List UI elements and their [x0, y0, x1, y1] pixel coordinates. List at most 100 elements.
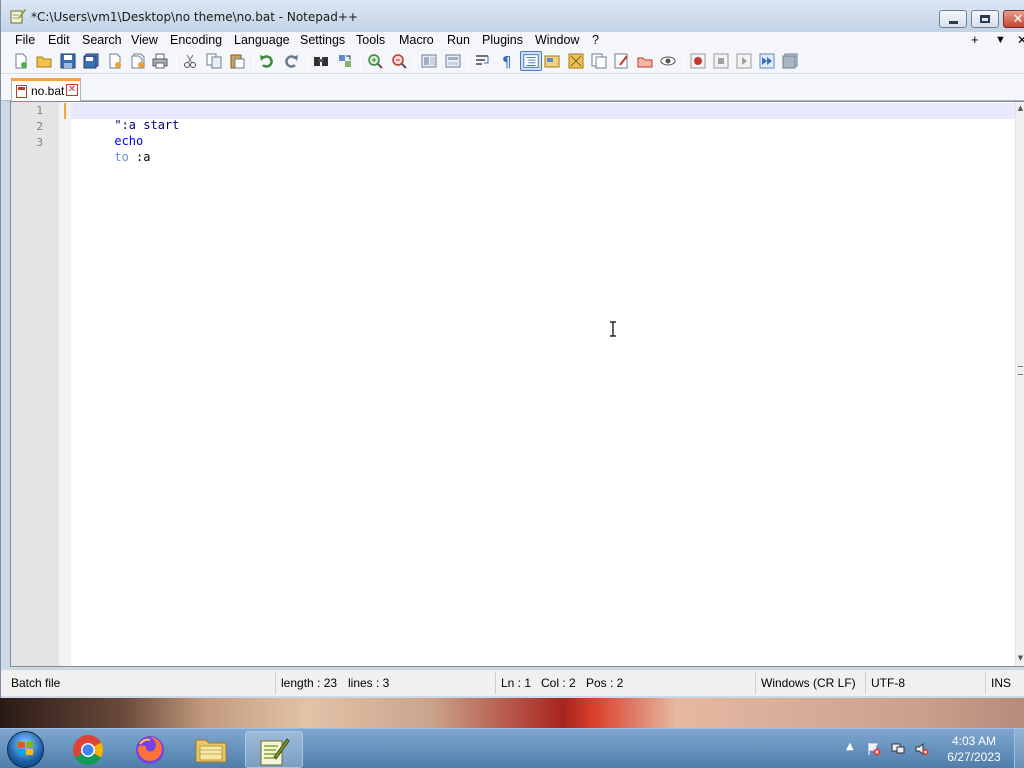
- scroll-grip-icon[interactable]: [1018, 366, 1023, 375]
- menu-file[interactable]: File: [15, 32, 35, 49]
- tab-bar: no.bat ✕: [1, 74, 1024, 101]
- stop-macro-icon[interactable]: [713, 53, 729, 69]
- taskbar-firefox[interactable]: [121, 731, 179, 768]
- desktop-wallpaper: [0, 698, 1024, 728]
- scroll-up-icon[interactable]: ▲: [1017, 104, 1024, 112]
- line-number: 3: [36, 136, 43, 149]
- menu-help[interactable]: ?: [592, 32, 599, 49]
- sync-horizontal-icon[interactable]: [445, 53, 461, 69]
- title-bar[interactable]: *C:\Users\vm1\Desktop\no theme\no.bat - …: [1, 0, 1024, 32]
- open-file-icon[interactable]: [36, 53, 52, 69]
- show-hidden-icons-icon[interactable]: ▲: [846, 741, 854, 752]
- status-eol[interactable]: Windows (CR LF): [761, 676, 856, 690]
- unsaved-file-icon: [16, 85, 27, 98]
- text-cursor-icon: [610, 321, 616, 337]
- status-insert-mode[interactable]: INS: [991, 676, 1011, 690]
- vertical-scrollbar[interactable]: ▲ ▼: [1015, 102, 1024, 666]
- toolbar-separator: [176, 52, 177, 71]
- firefox-icon: [136, 736, 164, 764]
- find-icon[interactable]: [313, 53, 329, 69]
- toolbar-separator: [684, 52, 685, 71]
- editor-area[interactable]: 1 2 3 ":a start echo to :a ▲ ▼: [10, 101, 1024, 667]
- redo-icon[interactable]: [283, 53, 299, 69]
- menu-view[interactable]: View: [131, 32, 158, 49]
- status-encoding[interactable]: UTF-8: [871, 676, 905, 690]
- toolbar-separator: [468, 52, 469, 71]
- indent-guide-icon[interactable]: [520, 51, 542, 71]
- start-button[interactable]: [7, 731, 44, 768]
- scroll-down-icon[interactable]: ▼: [1017, 654, 1024, 662]
- code-token: :a: [128, 150, 151, 164]
- run-macro-multiple-icon[interactable]: [759, 53, 775, 69]
- word-wrap-icon[interactable]: [475, 53, 491, 69]
- menu-run[interactable]: Run: [447, 32, 470, 49]
- play-macro-icon[interactable]: [736, 53, 752, 69]
- undo-icon[interactable]: [259, 53, 275, 69]
- menu-window[interactable]: Window: [535, 32, 579, 49]
- save-icon[interactable]: [60, 53, 76, 69]
- notepadpp-app-icon: [10, 9, 26, 24]
- network-icon[interactable]: [891, 742, 905, 756]
- menu-edit[interactable]: Edit: [48, 32, 70, 49]
- clock-time: 4:03 AM: [951, 734, 997, 748]
- taskbar-file-explorer[interactable]: [183, 731, 241, 768]
- status-column: Col : 2: [541, 676, 576, 690]
- doc-map-icon[interactable]: [568, 53, 584, 69]
- line-number: 1: [36, 104, 43, 117]
- minimize-button[interactable]: [939, 10, 967, 28]
- copy-icon[interactable]: [206, 53, 222, 69]
- replace-icon[interactable]: [337, 53, 353, 69]
- maximize-icon: [980, 15, 990, 23]
- menu-language[interactable]: Language: [234, 32, 290, 49]
- menu-plugins[interactable]: Plugins: [482, 32, 523, 49]
- toolbar-separator: [414, 52, 415, 71]
- status-separator: [985, 672, 986, 694]
- zoom-in-icon[interactable]: [367, 53, 383, 69]
- code-token: to: [114, 150, 129, 164]
- tab-close-icon[interactable]: ✕: [66, 84, 78, 96]
- cut-icon[interactable]: [182, 53, 198, 69]
- monitor-icon[interactable]: [660, 53, 676, 69]
- save-macro-icon[interactable]: [782, 53, 798, 69]
- language-icon[interactable]: [544, 53, 560, 69]
- code-line[interactable]: to :a: [71, 136, 151, 178]
- menu-macro[interactable]: Macro: [399, 32, 434, 49]
- paste-icon[interactable]: [229, 53, 245, 69]
- close-file-icon[interactable]: [107, 53, 123, 69]
- status-line-number: Ln : 1: [501, 676, 532, 690]
- close-document-button[interactable]: ✕: [1017, 32, 1024, 49]
- volume-muted-icon[interactable]: [915, 742, 929, 756]
- tab-list-dropdown-button[interactable]: ▼: [995, 32, 1006, 49]
- fold-margin[interactable]: [59, 102, 71, 666]
- save-all-icon[interactable]: [83, 53, 99, 69]
- close-all-icon[interactable]: [130, 53, 146, 69]
- zoom-out-icon[interactable]: [391, 53, 407, 69]
- function-list-icon[interactable]: [591, 53, 607, 69]
- print-icon[interactable]: [152, 53, 168, 69]
- show-desktop-button[interactable]: [1014, 729, 1024, 768]
- taskbar-notepadpp[interactable]: [245, 731, 303, 768]
- new-tab-plus-button[interactable]: +: [971, 32, 979, 49]
- menu-tools[interactable]: Tools: [356, 32, 385, 49]
- toolbar-separator: [253, 52, 254, 71]
- show-all-chars-icon[interactable]: ¶: [499, 53, 515, 69]
- system-clock[interactable]: 4:03 AM 6/27/2023: [940, 733, 1008, 765]
- close-window-button[interactable]: ✕: [1003, 10, 1024, 28]
- maximize-button[interactable]: [971, 10, 999, 28]
- windows-logo-icon: [18, 742, 35, 757]
- tab-no-bat[interactable]: no.bat ✕: [11, 78, 81, 101]
- sync-vertical-icon[interactable]: [421, 53, 437, 69]
- folder-workspace-icon[interactable]: [614, 53, 630, 69]
- new-file-icon[interactable]: [13, 53, 29, 69]
- action-center-flag-icon[interactable]: [867, 742, 881, 756]
- current-line-highlight: [71, 103, 1016, 119]
- taskbar: ▲ 4:03 AM 6/27/2023: [0, 728, 1024, 768]
- record-macro-icon[interactable]: [690, 53, 706, 69]
- status-bar: Batch file length : 23 lines : 3 Ln : 1 …: [1, 669, 1024, 696]
- menu-encoding[interactable]: Encoding: [170, 32, 222, 49]
- taskbar-chrome[interactable]: [59, 731, 117, 768]
- menu-search[interactable]: Search: [82, 32, 122, 49]
- menu-settings[interactable]: Settings: [300, 32, 345, 49]
- toolbar-separator: [307, 52, 308, 71]
- project-panel-icon[interactable]: [637, 53, 653, 69]
